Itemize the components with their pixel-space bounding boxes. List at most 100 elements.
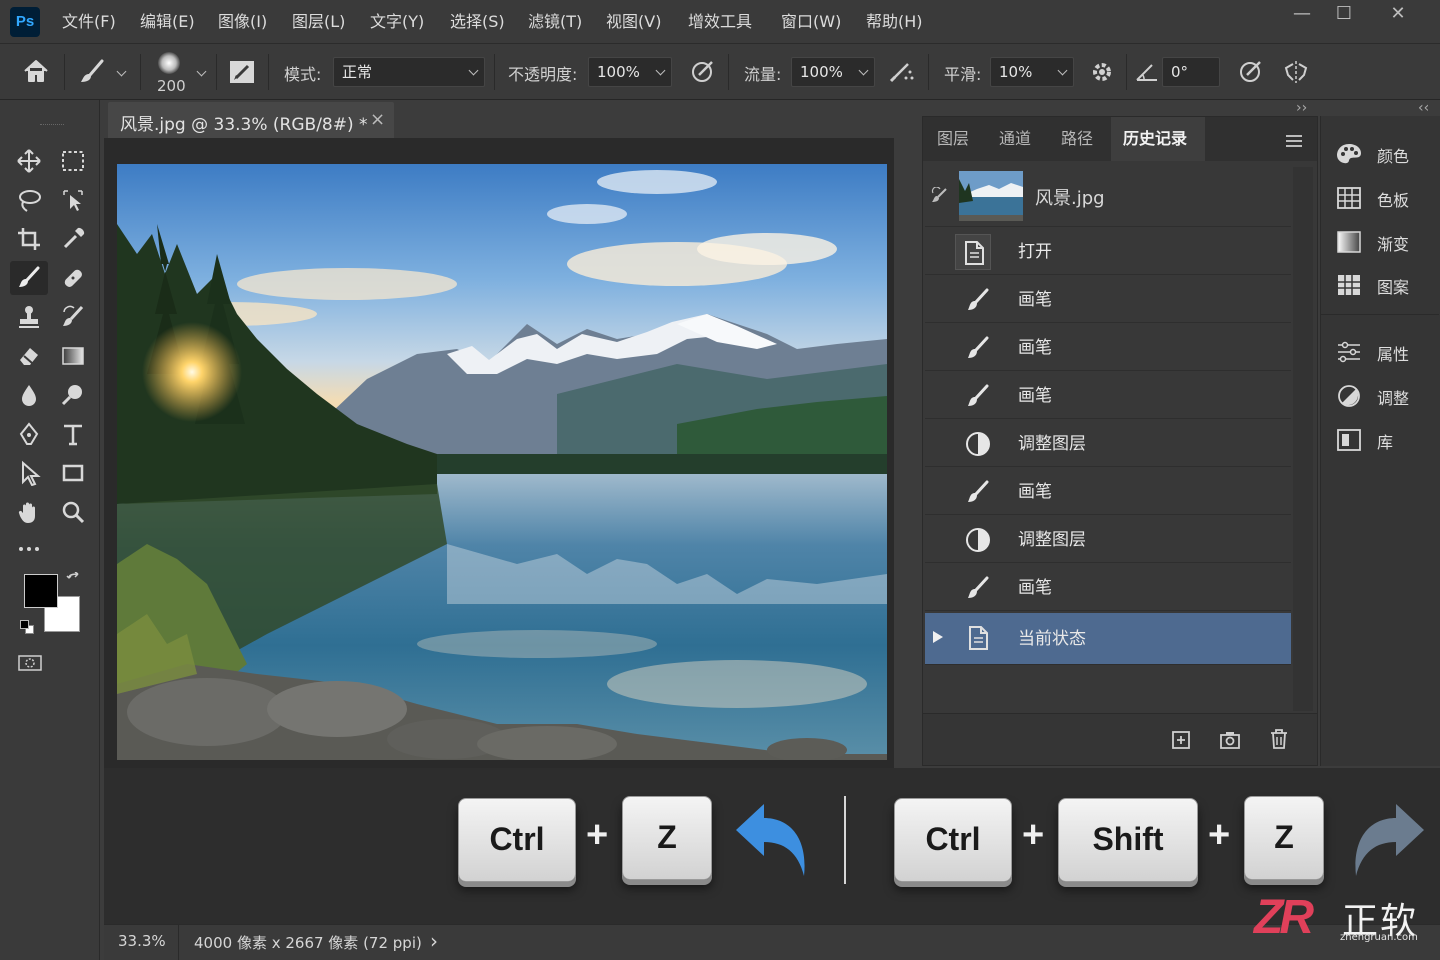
brush-preview-icon[interactable]: [158, 52, 180, 74]
dodge-tool[interactable]: [54, 378, 92, 412]
close-button[interactable]: ✕: [1376, 0, 1420, 30]
status-menu-arrow[interactable]: ›: [430, 929, 438, 953]
eyedropper-tool[interactable]: [54, 222, 92, 256]
app-logo[interactable]: Ps: [10, 7, 40, 37]
eraser-tool[interactable]: [10, 339, 48, 373]
history-state-label: 画笔: [1018, 386, 1052, 406]
brush-tool-icon[interactable]: [78, 58, 108, 86]
menu-select[interactable]: 选择(S): [450, 0, 505, 44]
menu-plugins[interactable]: 增效工具: [688, 0, 752, 44]
object-select-tool[interactable]: [54, 183, 92, 217]
move-tool[interactable]: [10, 144, 48, 178]
landscape-photo[interactable]: [117, 164, 887, 760]
history-state[interactable]: 画笔: [925, 565, 1291, 611]
type-tool[interactable]: [54, 417, 92, 451]
zoom-level[interactable]: 33.3%: [118, 932, 166, 950]
toolbox-grip[interactable]: [40, 124, 64, 127]
menu-file[interactable]: 文件(F): [62, 0, 116, 44]
tab-layers[interactable]: 图层: [937, 117, 969, 161]
airbrush-icon[interactable]: [888, 58, 916, 84]
pressure-size-icon[interactable]: [1238, 58, 1264, 84]
history-state[interactable]: 画笔: [925, 373, 1291, 419]
shape-tool[interactable]: [54, 456, 92, 490]
swatches-panel-button[interactable]: 色板: [1335, 184, 1435, 214]
panel-menu-icon[interactable]: [1285, 134, 1303, 148]
pressure-opacity-icon[interactable]: [690, 58, 716, 84]
adjustments-panel-button[interactable]: 调整: [1335, 382, 1435, 412]
close-tab-icon[interactable]: ×: [370, 109, 385, 130]
document-tab[interactable]: 风景.jpg @ 33.3% (RGB/8#) * ×: [108, 102, 394, 138]
default-colors-icon[interactable]: [20, 620, 34, 634]
brush-settings-icon[interactable]: [228, 59, 256, 85]
expand-panels-icon[interactable]: ››: [1296, 100, 1307, 116]
flow-field[interactable]: 100%: [791, 57, 875, 87]
history-state[interactable]: 调整图层: [925, 421, 1291, 467]
menu-layer[interactable]: 图层(L): [292, 0, 345, 44]
quick-mask-icon[interactable]: [17, 654, 43, 672]
tab-channels[interactable]: 通道: [999, 117, 1031, 161]
marquee-tool[interactable]: [54, 144, 92, 178]
home-icon[interactable]: [22, 58, 50, 84]
healing-brush-tool[interactable]: [54, 261, 92, 295]
history-state-marker-icon[interactable]: [933, 631, 943, 643]
zoom-tool[interactable]: [54, 495, 92, 529]
new-document-icon[interactable]: [1171, 730, 1191, 750]
grid-icon: [1337, 187, 1361, 209]
snapshot-name: 风景.jpg: [1035, 188, 1105, 209]
history-state-current[interactable]: 当前状态: [925, 613, 1291, 665]
history-state[interactable]: 画笔: [925, 325, 1291, 371]
patterns-panel-button[interactable]: 图案: [1335, 271, 1435, 301]
history-state[interactable]: 打开: [925, 229, 1291, 275]
path-select-tool[interactable]: [10, 456, 48, 490]
libraries-panel-button[interactable]: 库: [1335, 426, 1435, 456]
chevron-down-icon[interactable]: [196, 66, 207, 77]
history-brush-source-icon[interactable]: [931, 187, 949, 205]
watermark: ZR 正软 zhengruan.com: [1254, 890, 1434, 950]
stamp-tool[interactable]: [10, 300, 48, 334]
chevron-down-icon[interactable]: [116, 66, 127, 77]
foreground-color-swatch[interactable]: [24, 574, 58, 608]
lasso-tool[interactable]: [10, 183, 48, 217]
smoothing-field[interactable]: 10%: [990, 57, 1074, 87]
gear-icon[interactable]: [1088, 58, 1116, 86]
snapshot-row[interactable]: 风景.jpg: [925, 167, 1291, 227]
angle-field[interactable]: 0°: [1162, 57, 1220, 87]
gradient-tool[interactable]: [54, 339, 92, 373]
symmetry-icon[interactable]: [1282, 58, 1310, 86]
pen-tool[interactable]: [10, 417, 48, 451]
menu-type[interactable]: 文字(Y): [370, 0, 424, 44]
history-state-label: 调整图层: [1018, 530, 1086, 550]
menu-image[interactable]: 图像(I): [218, 0, 267, 44]
history-scrollbar[interactable]: [1293, 167, 1313, 711]
menu-window[interactable]: 窗口(W): [781, 0, 841, 44]
collapse-panels-icon[interactable]: ‹‹: [1418, 100, 1429, 116]
hand-tool[interactable]: [10, 495, 48, 529]
properties-panel-button[interactable]: 属性: [1335, 338, 1435, 368]
menu-help[interactable]: 帮助(H): [866, 0, 923, 44]
blur-tool[interactable]: [10, 378, 48, 412]
gradients-panel-button[interactable]: 渐变: [1335, 228, 1435, 258]
color-panel-button[interactable]: 颜色: [1335, 140, 1435, 170]
opacity-field[interactable]: 100%: [588, 57, 672, 87]
history-state[interactable]: 画笔: [925, 277, 1291, 323]
menu-filter[interactable]: 滤镜(T): [528, 0, 582, 44]
crop-tool[interactable]: [10, 222, 48, 256]
object-select-icon: [63, 190, 83, 211]
menu-edit[interactable]: 编辑(E): [140, 0, 195, 44]
maximize-button[interactable]: ☐: [1322, 0, 1366, 30]
trash-icon[interactable]: [1269, 728, 1289, 750]
document-info[interactable]: 4000 像素 x 2667 像素 (72 ppi): [194, 932, 422, 953]
history-brush-tool[interactable]: [54, 300, 92, 334]
minimize-button[interactable]: —: [1280, 0, 1324, 30]
history-state[interactable]: 调整图层: [925, 517, 1291, 563]
mode-select[interactable]: 正常: [333, 57, 485, 87]
history-state[interactable]: 画笔: [925, 469, 1291, 515]
tab-paths[interactable]: 路径: [1061, 117, 1093, 161]
menu-view[interactable]: 视图(V): [606, 0, 661, 44]
history-state-label: 当前状态: [1018, 629, 1086, 649]
tab-history[interactable]: 历史记录: [1111, 117, 1205, 161]
camera-icon[interactable]: [1219, 730, 1241, 750]
more-tools[interactable]: [10, 532, 48, 566]
brush-tool[interactable]: [10, 261, 48, 295]
swap-colors-icon[interactable]: [66, 572, 82, 588]
